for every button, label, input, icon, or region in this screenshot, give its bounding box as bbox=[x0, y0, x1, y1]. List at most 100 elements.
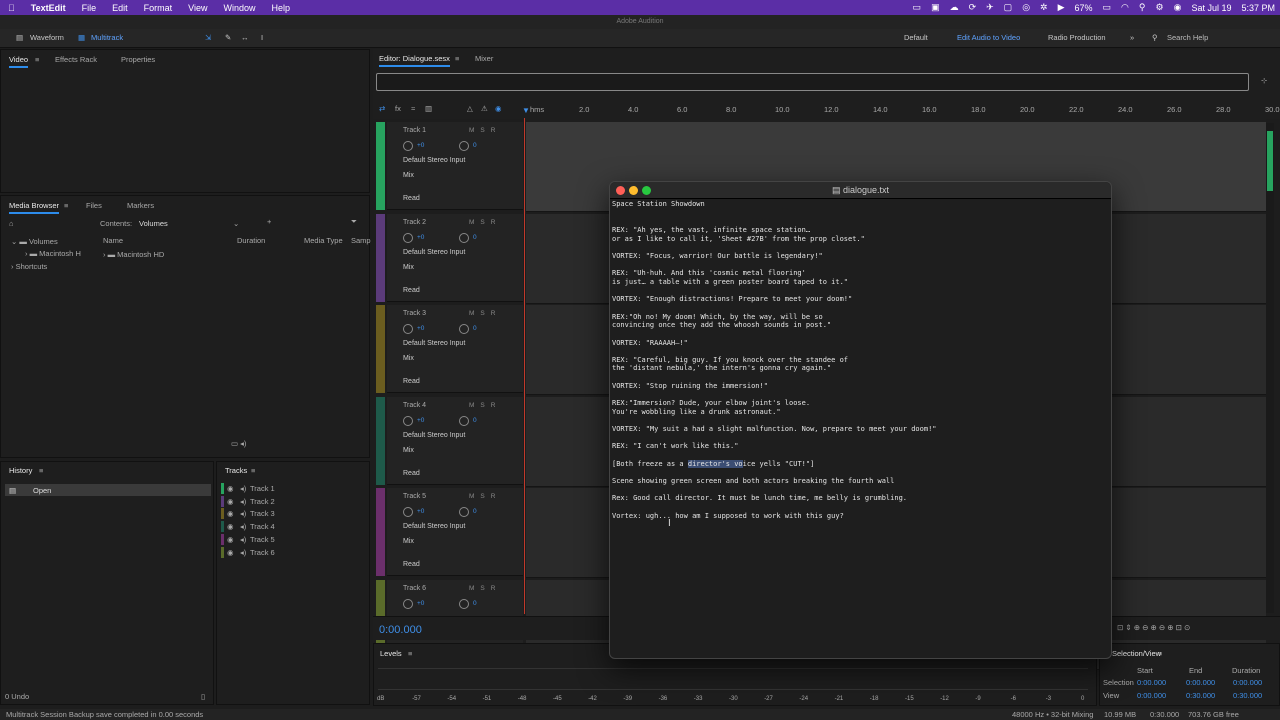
tracks-list-item[interactable]: ◉ ◂) Track 5 bbox=[221, 533, 367, 546]
vertical-scrollbar[interactable] bbox=[1266, 123, 1274, 613]
tracks-list-item[interactable]: ◉ ◂) Track 2 bbox=[221, 495, 367, 508]
creative-cloud-icon[interactable]: ☁ bbox=[945, 2, 964, 13]
vpn-icon[interactable]: ◎ bbox=[1017, 2, 1035, 13]
pan-knob-icon[interactable] bbox=[459, 232, 469, 243]
wifi-icon[interactable]: ◠ bbox=[1116, 2, 1134, 13]
sends-icon[interactable]: ⇄ bbox=[379, 104, 385, 113]
col-duration[interactable]: Duration bbox=[237, 236, 265, 245]
metronome-icon[interactable]: △ bbox=[467, 104, 473, 113]
playhead-icon[interactable]: ▼ bbox=[522, 106, 530, 115]
history-item-open[interactable]: ▤ Open bbox=[5, 484, 211, 496]
zoom-controls-icon[interactable]: ⊡ ⇕ ⊕ ⊖ ⊕ ⊖ ⊕ ⊡ ⊙ bbox=[1117, 623, 1190, 632]
mute-solo-record-buttons[interactable]: MSR bbox=[469, 585, 501, 592]
automation-mode-select[interactable]: Read bbox=[403, 561, 420, 568]
track-volume[interactable]: +0 bbox=[417, 325, 424, 332]
battery-icon[interactable]: ▭ bbox=[1098, 2, 1117, 13]
meter-icon[interactable]: ▥ bbox=[425, 104, 432, 113]
apple-menu-icon[interactable]:  bbox=[0, 3, 23, 13]
panel-menu-icon[interactable]: ≡ bbox=[408, 649, 412, 658]
speaker-icon[interactable]: ◂) bbox=[240, 535, 246, 544]
track-volume[interactable]: +0 bbox=[417, 142, 424, 149]
track-header[interactable]: Track 2 MSR +0 0 Default Stereo Input Mix… bbox=[376, 213, 523, 302]
tracks-list-item[interactable]: ◉ ◂) Track 4 bbox=[221, 521, 367, 533]
search-icon[interactable]: ⚲ bbox=[1134, 2, 1151, 13]
tab-mixer[interactable]: Mixer bbox=[475, 54, 493, 63]
speaker-icon[interactable]: ◂) bbox=[240, 522, 246, 531]
track-output-select[interactable]: Mix bbox=[403, 538, 414, 545]
track-volume[interactable]: +0 bbox=[417, 417, 424, 424]
add-icon[interactable]: + bbox=[267, 217, 271, 226]
panel-menu-icon[interactable]: ≡ bbox=[455, 54, 459, 63]
eq-icon[interactable]: ≈ bbox=[411, 104, 415, 113]
volume-knob-icon[interactable] bbox=[403, 507, 413, 517]
track-name[interactable]: Track 3 bbox=[403, 310, 426, 317]
search-help-input[interactable]: Search Help bbox=[1167, 33, 1208, 42]
track-pan[interactable]: 0 bbox=[473, 600, 477, 607]
track-volume[interactable]: +0 bbox=[417, 508, 424, 515]
time-ruler[interactable]: hms 2.0 4.0 6.0 8.0 10.0 12.0 14.0 16.0 18.0 20.0 2… bbox=[526, 104, 1280, 122]
multitrack-button[interactable]: Multitrack bbox=[91, 33, 123, 42]
menubar-date[interactable]: Sat Jul 19 bbox=[1186, 3, 1236, 13]
mute-solo-record-buttons[interactable]: MSR bbox=[469, 219, 501, 226]
panel-menu-icon[interactable]: ≡ bbox=[35, 55, 39, 64]
mute-solo-record-buttons[interactable]: MSR bbox=[469, 127, 501, 134]
track-pan[interactable]: 0 bbox=[473, 508, 477, 515]
selection-start[interactable]: 0:00.000 bbox=[1137, 678, 1166, 687]
tab-files[interactable]: Files bbox=[86, 201, 102, 210]
contents-dropdown[interactable]: Volumes bbox=[139, 219, 168, 228]
speaker-icon[interactable]: ◂) bbox=[240, 484, 246, 493]
volume-knob-icon[interactable] bbox=[403, 141, 413, 151]
track-input-select[interactable]: Default Stereo Input bbox=[403, 432, 465, 439]
trash-icon[interactable]: ▯ bbox=[201, 692, 205, 701]
control-center-icon[interactable]: ⚙ bbox=[1151, 2, 1169, 13]
track-volume[interactable]: +0 bbox=[417, 600, 424, 607]
tab-markers[interactable]: Markers bbox=[127, 201, 154, 210]
overview-zoom-bar[interactable] bbox=[376, 73, 1249, 91]
menu-app-textedit[interactable]: TextEdit bbox=[23, 3, 74, 13]
automation-mode-select[interactable]: Read bbox=[403, 287, 420, 294]
pan-knob-icon[interactable] bbox=[459, 415, 469, 426]
snap-icon[interactable]: ◉ bbox=[495, 104, 502, 113]
track-input-select[interactable]: Default Stereo Input bbox=[403, 157, 465, 164]
selection-duration[interactable]: 0:00.000 bbox=[1233, 678, 1262, 687]
eye-icon[interactable]: ◉ bbox=[227, 509, 234, 518]
selection-view-title[interactable]: Selection/View bbox=[1112, 649, 1161, 658]
track-input-select[interactable]: Default Stereo Input bbox=[403, 523, 465, 530]
waveform-icon[interactable]: ▤ bbox=[16, 33, 23, 42]
menu-file[interactable]: File bbox=[74, 3, 105, 13]
pan-knob-icon[interactable] bbox=[459, 507, 469, 517]
track-input-select[interactable]: Default Stereo Input bbox=[403, 249, 465, 256]
track-header[interactable]: Track 3 MSR +0 0 Default Stereo Input Mix… bbox=[376, 305, 523, 393]
menu-edit[interactable]: Edit bbox=[104, 3, 136, 13]
menu-window[interactable]: Window bbox=[216, 3, 264, 13]
sync-icon[interactable]: ⟳ bbox=[964, 2, 982, 13]
tracks-list-item[interactable]: ◉ ◂) Track 6 bbox=[221, 546, 367, 559]
workspace-radio-production[interactable]: Radio Production bbox=[1048, 33, 1106, 42]
tracks-title[interactable]: Tracks bbox=[225, 466, 247, 475]
track-name[interactable]: Track 4 bbox=[403, 402, 426, 409]
menu-help[interactable]: Help bbox=[264, 3, 299, 13]
track-name[interactable]: Track 2 bbox=[403, 219, 426, 226]
play-icon[interactable]: ▶ bbox=[1053, 2, 1070, 13]
eye-icon[interactable]: ◉ bbox=[227, 548, 234, 557]
automation-mode-select[interactable]: Read bbox=[403, 195, 420, 202]
media-browser-controls-icon[interactable]: ▭ ◂) bbox=[231, 439, 246, 448]
tree-shortcuts[interactable]: › Shortcuts bbox=[11, 262, 47, 271]
chevron-down-icon[interactable]: ⌄ bbox=[233, 219, 239, 228]
mute-solo-record-buttons[interactable]: MSR bbox=[469, 402, 501, 409]
textedit-titlebar[interactable]: ▤ dialogue.txt bbox=[610, 182, 1111, 199]
speaker-icon[interactable]: ◂) bbox=[240, 497, 246, 506]
filter-icon[interactable]: ⏷ bbox=[351, 217, 357, 227]
col-sample[interactable]: Samp bbox=[351, 236, 371, 245]
menu-format[interactable]: Format bbox=[136, 3, 181, 13]
location-icon[interactable]: ⌂ bbox=[9, 219, 14, 228]
workspace-edit-audio-to-video[interactable]: Edit Audio to Video bbox=[957, 33, 1020, 42]
track-header[interactable]: Track 4 MSR +0 0 Default Stereo Input Mix… bbox=[376, 396, 523, 485]
menubar-time[interactable]: 5:37 PM bbox=[1236, 3, 1280, 13]
menu-view[interactable]: View bbox=[180, 3, 215, 13]
time-selection-icon[interactable]: I bbox=[261, 33, 263, 42]
levels-title[interactable]: Levels bbox=[380, 649, 402, 658]
current-time[interactable]: 0:00.000 bbox=[379, 624, 422, 636]
tab-media-browser[interactable]: Media Browser bbox=[9, 201, 60, 214]
col-name[interactable]: Name bbox=[103, 236, 123, 245]
